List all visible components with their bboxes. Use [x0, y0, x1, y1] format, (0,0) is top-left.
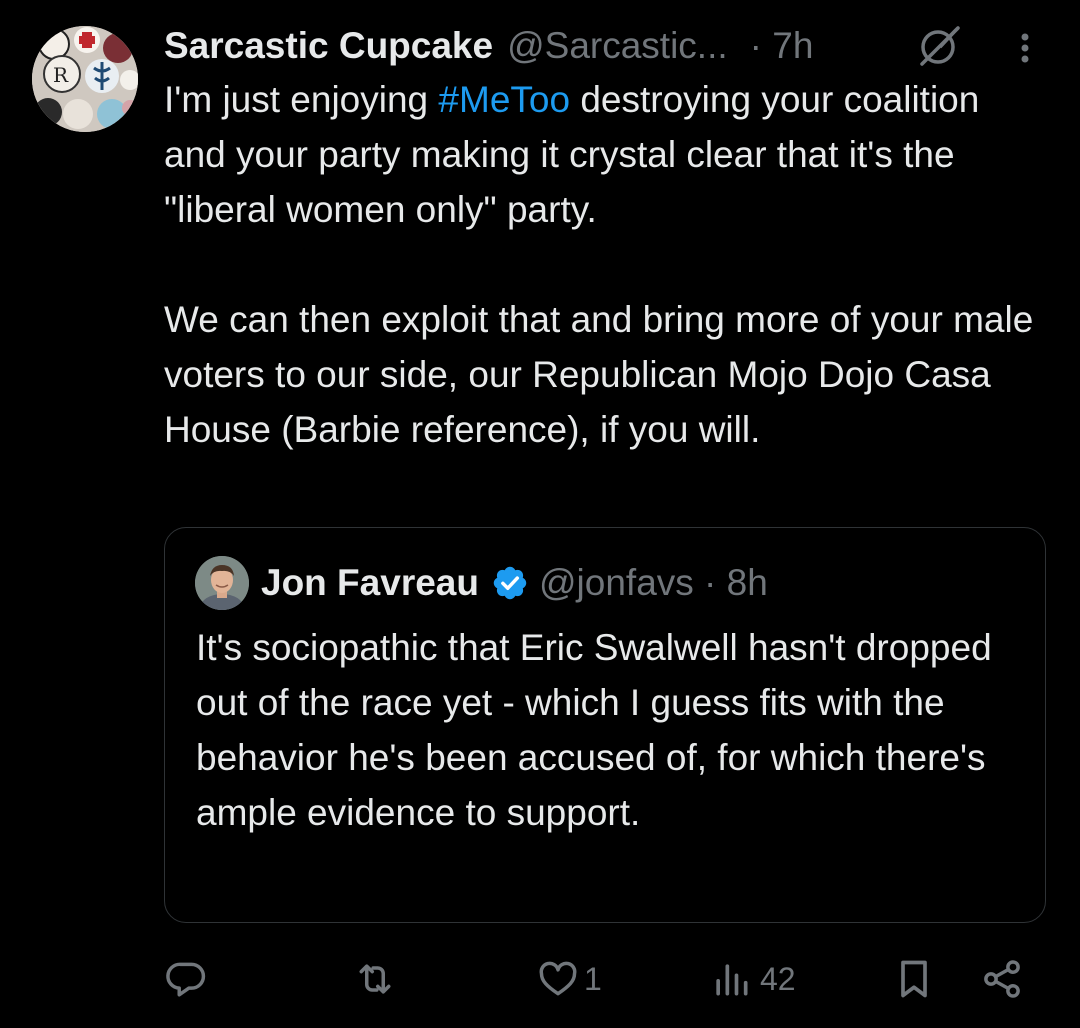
share-icon [984, 960, 1020, 998]
views-count: 42 [760, 960, 796, 997]
like-icon [539, 961, 577, 996]
tweet-time[interactable]: · 7h [750, 25, 814, 67]
tweet[interactable]: R Sarcastic Cupcake @Sarcastic... · 7h I… [0, 0, 1080, 1028]
grok-icon[interactable] [914, 24, 964, 68]
reply-button[interactable] [164, 944, 208, 1014]
tweet-text: I'm just enjoying #MeToo destroying your… [164, 72, 1044, 457]
quoted-tweet[interactable]: Jon Favreau @jonfavs · 8h It's sociopath… [164, 527, 1046, 923]
views-button[interactable]: 42 [712, 944, 796, 1014]
person-avatar-image [195, 556, 249, 610]
svg-text:R: R [53, 63, 69, 87]
tweet-actions: 1 42 [0, 944, 1080, 1014]
hashtag-link[interactable]: #MeToo [438, 79, 570, 120]
cupcake-avatar-image: R [32, 26, 138, 132]
like-count: 1 [584, 960, 602, 997]
views-icon [716, 964, 748, 996]
repost-button[interactable] [352, 944, 398, 1014]
bookmark-button[interactable] [894, 944, 934, 1014]
quoted-tweet-header: Jon Favreau @jonfavs · 8h [261, 558, 768, 608]
author-name[interactable]: Sarcastic Cupcake [164, 25, 493, 67]
author-handle[interactable]: @Sarcastic... [507, 25, 728, 67]
quoted-author-avatar[interactable] [195, 556, 249, 610]
tweet-text-rest: destroying your coalition and your party… [164, 79, 1034, 450]
quoted-author-name[interactable]: Jon Favreau [261, 562, 479, 604]
quoted-tweet-text: It's sociopathic that Eric Swalwell hasn… [196, 627, 992, 833]
share-button[interactable] [980, 944, 1024, 1014]
like-button[interactable]: 1 [536, 944, 602, 1014]
bookmark-icon [901, 960, 927, 998]
author-avatar[interactable]: R [32, 26, 138, 132]
tweet-text-start: I'm just enjoying [164, 79, 439, 120]
repost-icon [359, 964, 391, 994]
tweet-header: Sarcastic Cupcake @Sarcastic... · 7h [164, 22, 813, 70]
reply-icon [166, 962, 206, 997]
verified-badge-icon [493, 566, 527, 600]
more-options-icon[interactable] [1010, 28, 1040, 68]
quoted-author-handle-time[interactable]: @jonfavs · 8h [539, 562, 768, 604]
